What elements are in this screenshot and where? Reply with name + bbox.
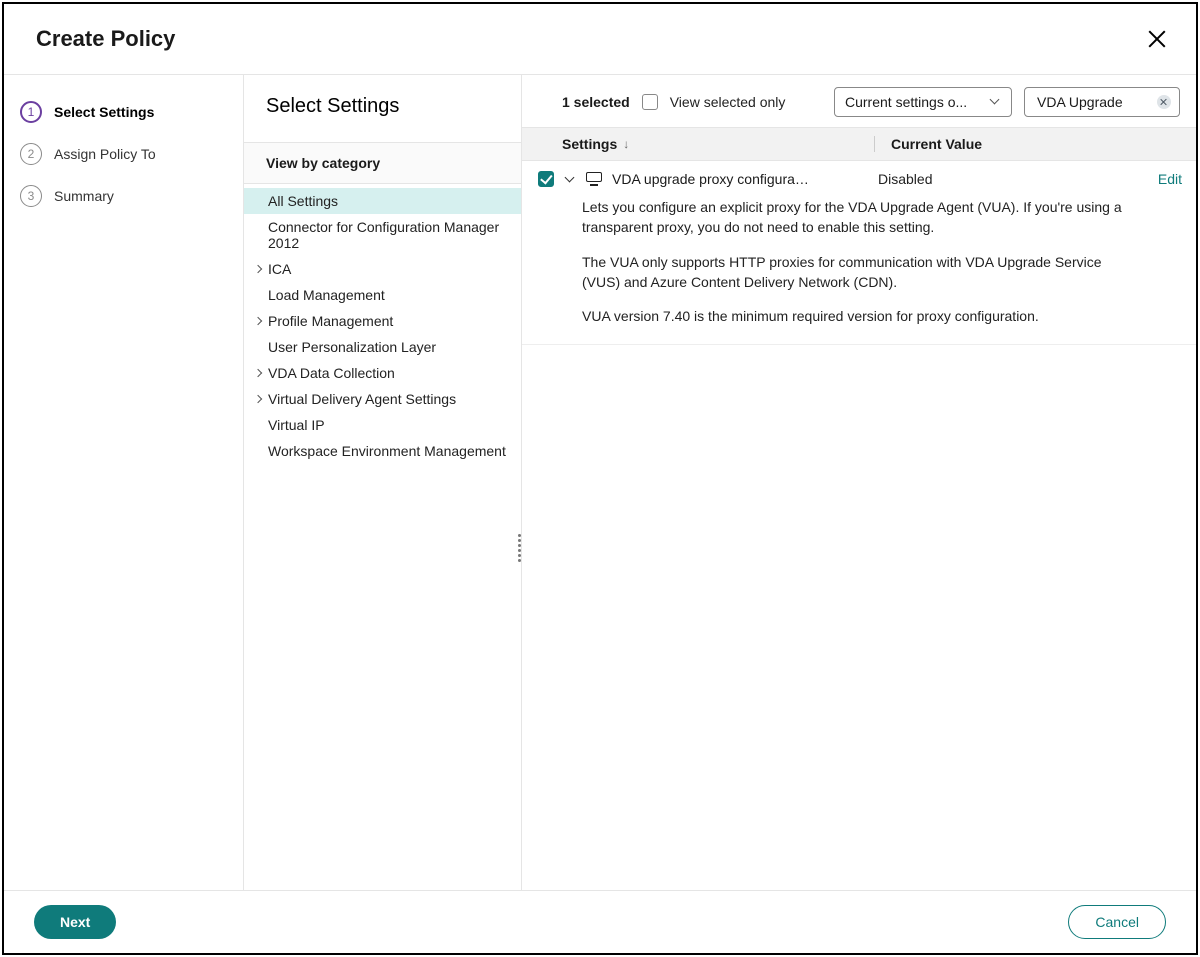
create-policy-dialog: Create Policy 1 Select Settings 2 Assign… xyxy=(2,2,1198,955)
dialog-header: Create Policy xyxy=(4,4,1196,74)
dialog-footer: Next Cancel xyxy=(4,890,1196,953)
wizard-stepper: 1 Select Settings 2 Assign Policy To 3 S… xyxy=(4,75,244,890)
category-vda-data-collection[interactable]: VDA Data Collection xyxy=(244,360,521,386)
desc-paragraph: The VUA only supports HTTP proxies for c… xyxy=(582,252,1136,293)
chevron-right-icon xyxy=(254,316,264,326)
dialog-body: 1 Select Settings 2 Assign Policy To 3 S… xyxy=(4,74,1196,890)
desc-paragraph: Lets you configure an explicit proxy for… xyxy=(582,197,1136,238)
category-label: Connector for Configuration Manager 2012 xyxy=(268,219,511,251)
category-list: All Settings Connector for Configuration… xyxy=(244,184,521,890)
cancel-button[interactable]: Cancel xyxy=(1068,905,1166,939)
category-label: All Settings xyxy=(268,193,338,209)
column-header-row: Settings ↓ Current Value xyxy=(522,127,1196,161)
dialog-title: Create Policy xyxy=(36,26,175,52)
category-label: Profile Management xyxy=(268,313,393,329)
category-label: Workspace Environment Management xyxy=(268,443,506,459)
category-header: View by category xyxy=(244,142,521,184)
category-label: Virtual IP xyxy=(268,417,325,433)
category-label: User Personalization Layer xyxy=(268,339,436,355)
selected-count: 1 selected xyxy=(562,94,630,110)
resize-handle[interactable] xyxy=(518,534,524,562)
column-label: Settings xyxy=(562,136,617,152)
step-number: 3 xyxy=(20,185,42,207)
setting-description: Lets you configure an explicit proxy for… xyxy=(522,187,1196,345)
desc-paragraph: VUA version 7.40 is the minimum required… xyxy=(582,306,1136,326)
filter-chip-label: VDA Upgrade xyxy=(1037,94,1147,110)
category-label: Virtual Delivery Agent Settings xyxy=(268,391,456,407)
chevron-right-icon xyxy=(254,368,264,378)
view-selected-checkbox[interactable] xyxy=(642,94,658,110)
chevron-right-icon xyxy=(254,264,264,274)
category-all-settings[interactable]: All Settings xyxy=(244,188,521,214)
panel-heading: Select Settings xyxy=(244,75,521,142)
edit-link[interactable]: Edit xyxy=(1158,171,1182,187)
category-label: Load Management xyxy=(268,287,385,303)
category-load-management[interactable]: Load Management xyxy=(244,282,521,308)
expand-row-icon[interactable] xyxy=(564,173,576,185)
chevron-down-icon xyxy=(989,98,1001,106)
category-panel: Select Settings View by category All Set… xyxy=(244,75,522,890)
next-button[interactable]: Next xyxy=(34,905,116,939)
category-profile-management[interactable]: Profile Management xyxy=(244,308,521,334)
step-label: Summary xyxy=(54,188,114,204)
column-label: Current Value xyxy=(891,136,982,152)
step-number: 1 xyxy=(20,101,42,123)
row-checkbox[interactable] xyxy=(538,171,554,187)
view-selected-label: View selected only xyxy=(670,94,786,110)
step-summary[interactable]: 3 Summary xyxy=(20,175,227,217)
monitor-icon xyxy=(586,172,602,186)
column-header-settings[interactable]: Settings ↓ xyxy=(562,136,874,152)
step-number: 2 xyxy=(20,143,42,165)
column-header-value[interactable]: Current Value xyxy=(874,136,1180,152)
step-select-settings[interactable]: 1 Select Settings xyxy=(20,91,227,133)
clear-filter-icon[interactable] xyxy=(1157,95,1171,109)
dropdown-value: Current settings o... xyxy=(845,94,981,110)
step-assign-policy[interactable]: 2 Assign Policy To xyxy=(20,133,227,175)
chevron-right-icon xyxy=(254,394,264,404)
category-label: ICA xyxy=(268,261,291,277)
category-label: VDA Data Collection xyxy=(268,365,395,381)
category-vda-settings[interactable]: Virtual Delivery Agent Settings xyxy=(244,386,521,412)
step-label: Select Settings xyxy=(54,104,154,120)
category-connector-configmgr[interactable]: Connector for Configuration Manager 2012 xyxy=(244,214,521,256)
close-icon[interactable] xyxy=(1148,30,1166,48)
category-virtual-ip[interactable]: Virtual IP xyxy=(244,412,521,438)
setting-value: Disabled xyxy=(878,171,932,187)
settings-toolbar: 1 selected View selected only Current se… xyxy=(522,75,1196,127)
step-label: Assign Policy To xyxy=(54,146,156,162)
setting-row: VDA upgrade proxy configuratio... Disabl… xyxy=(522,161,1196,187)
setting-name: VDA upgrade proxy configuratio... xyxy=(612,171,812,187)
settings-panel: 1 selected View selected only Current se… xyxy=(522,75,1196,890)
category-user-personalization[interactable]: User Personalization Layer xyxy=(244,334,521,360)
category-ica[interactable]: ICA xyxy=(244,256,521,282)
sort-down-icon: ↓ xyxy=(623,137,629,151)
version-dropdown[interactable]: Current settings o... xyxy=(834,87,1012,117)
category-wem[interactable]: Workspace Environment Management xyxy=(244,438,521,464)
filter-chip: VDA Upgrade xyxy=(1024,87,1180,117)
